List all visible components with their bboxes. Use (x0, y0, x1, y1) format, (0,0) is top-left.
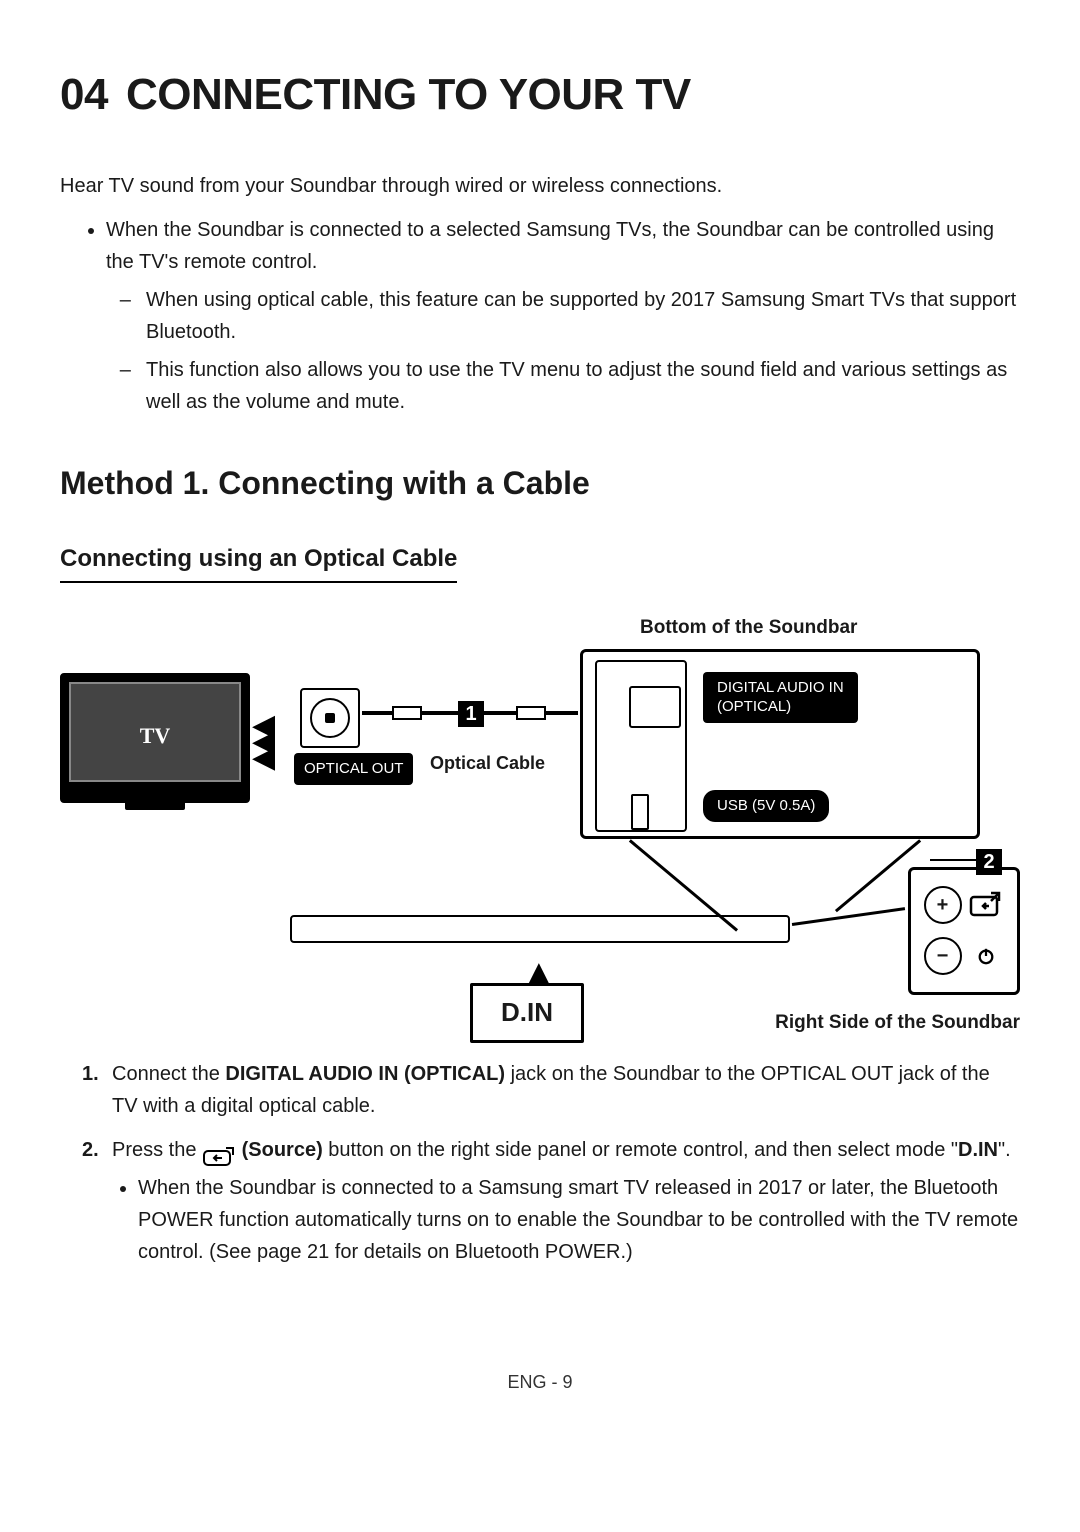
bullet-text: When the Soundbar is connected to a sele… (106, 219, 994, 273)
step-number: 1. (82, 1058, 99, 1090)
tv-icon: TV (60, 673, 250, 803)
tv-stand (125, 800, 185, 810)
method-heading: Method 1. Connecting with a Cable (60, 458, 1020, 509)
digital-audio-in-label: DIGITAL AUDIO IN (OPTICAL) (703, 672, 858, 723)
instruction-steps: 1. Connect the DIGITAL AUDIO IN (OPTICAL… (60, 1058, 1020, 1268)
usb-label: USB (5V 0.5A) (703, 790, 829, 822)
cable-label: Optical Cable (430, 749, 545, 778)
soundbar-ports-panel: DIGITAL AUDIO IN (OPTICAL) USB (5V 0.5A) (580, 649, 980, 839)
tv-label: TV (63, 718, 247, 753)
cable-plug-icon (516, 706, 546, 720)
sub-heading: Connecting using an Optical Cable (60, 540, 457, 583)
intro-text: Hear TV sound from your Soundbar through… (60, 170, 1020, 202)
chapter-heading: 04 CONNECTING TO YOUR TV (60, 60, 1020, 130)
chapter-number: 04 (60, 70, 108, 119)
callout-1: 1 (458, 701, 484, 727)
step-text-bold2: D.IN (958, 1139, 998, 1161)
step-text-pre: Press the (112, 1139, 202, 1161)
direction-arrows-icon: ◀◀◀ (252, 718, 275, 766)
step-item: 2. Press the (Source) button on the righ… (88, 1134, 1020, 1268)
caption-top: Bottom of the Soundbar (640, 613, 857, 643)
connection-diagram: Bottom of the Soundbar TV ◀◀◀ OPTICAL OU… (60, 613, 1020, 1038)
cable-plug-icon (392, 706, 422, 720)
din-label: D.IN (470, 983, 584, 1043)
step-item: 1. Connect the DIGITAL AUDIO IN (OPTICAL… (88, 1058, 1020, 1122)
sub-bullet-item: When the Soundbar is connected to a Sams… (138, 1172, 1020, 1268)
callout-2: 2 (976, 849, 1002, 875)
step-text-pre: Connect the (112, 1063, 225, 1085)
step-text-post: button on the right side panel or remote… (323, 1139, 958, 1161)
optical-in-port-icon (629, 686, 681, 728)
usb-port-icon (631, 794, 649, 830)
page-footer: ENG - 9 (60, 1368, 1020, 1397)
panel-recess (595, 660, 687, 832)
intro-bullets: When the Soundbar is connected to a sele… (60, 214, 1020, 418)
soundbar-icon (290, 915, 790, 943)
step-subbullets: When the Soundbar is connected to a Sams… (112, 1172, 1020, 1268)
optical-out-label: OPTICAL OUT (294, 753, 413, 785)
sub-dashes: When using optical cable, this feature c… (106, 284, 1020, 418)
step-text-bold: DIGITAL AUDIO IN (OPTICAL) (225, 1063, 505, 1085)
optical-port-icon (300, 688, 360, 748)
leader-line (792, 907, 905, 925)
soundbar-side-panel: + − (908, 867, 1020, 995)
volume-down-button-icon: − (924, 937, 962, 975)
step-text-post2: ". (998, 1139, 1011, 1161)
step-text-bold: (Source) (242, 1139, 323, 1161)
source-button-icon (967, 886, 1005, 924)
chapter-title: CONNECTING TO YOUR TV (126, 70, 691, 119)
caption-bottom: Right Side of the Soundbar (775, 1008, 1020, 1038)
source-icon (202, 1141, 236, 1161)
dash-item: When using optical cable, this feature c… (142, 284, 1020, 348)
dash-item: This function also allows you to use the… (142, 354, 1020, 418)
volume-up-button-icon: + (924, 886, 962, 924)
step-number: 2. (82, 1134, 99, 1166)
bullet-item: When the Soundbar is connected to a sele… (106, 214, 1020, 418)
callout-line (930, 859, 976, 862)
power-button-icon (967, 937, 1005, 975)
